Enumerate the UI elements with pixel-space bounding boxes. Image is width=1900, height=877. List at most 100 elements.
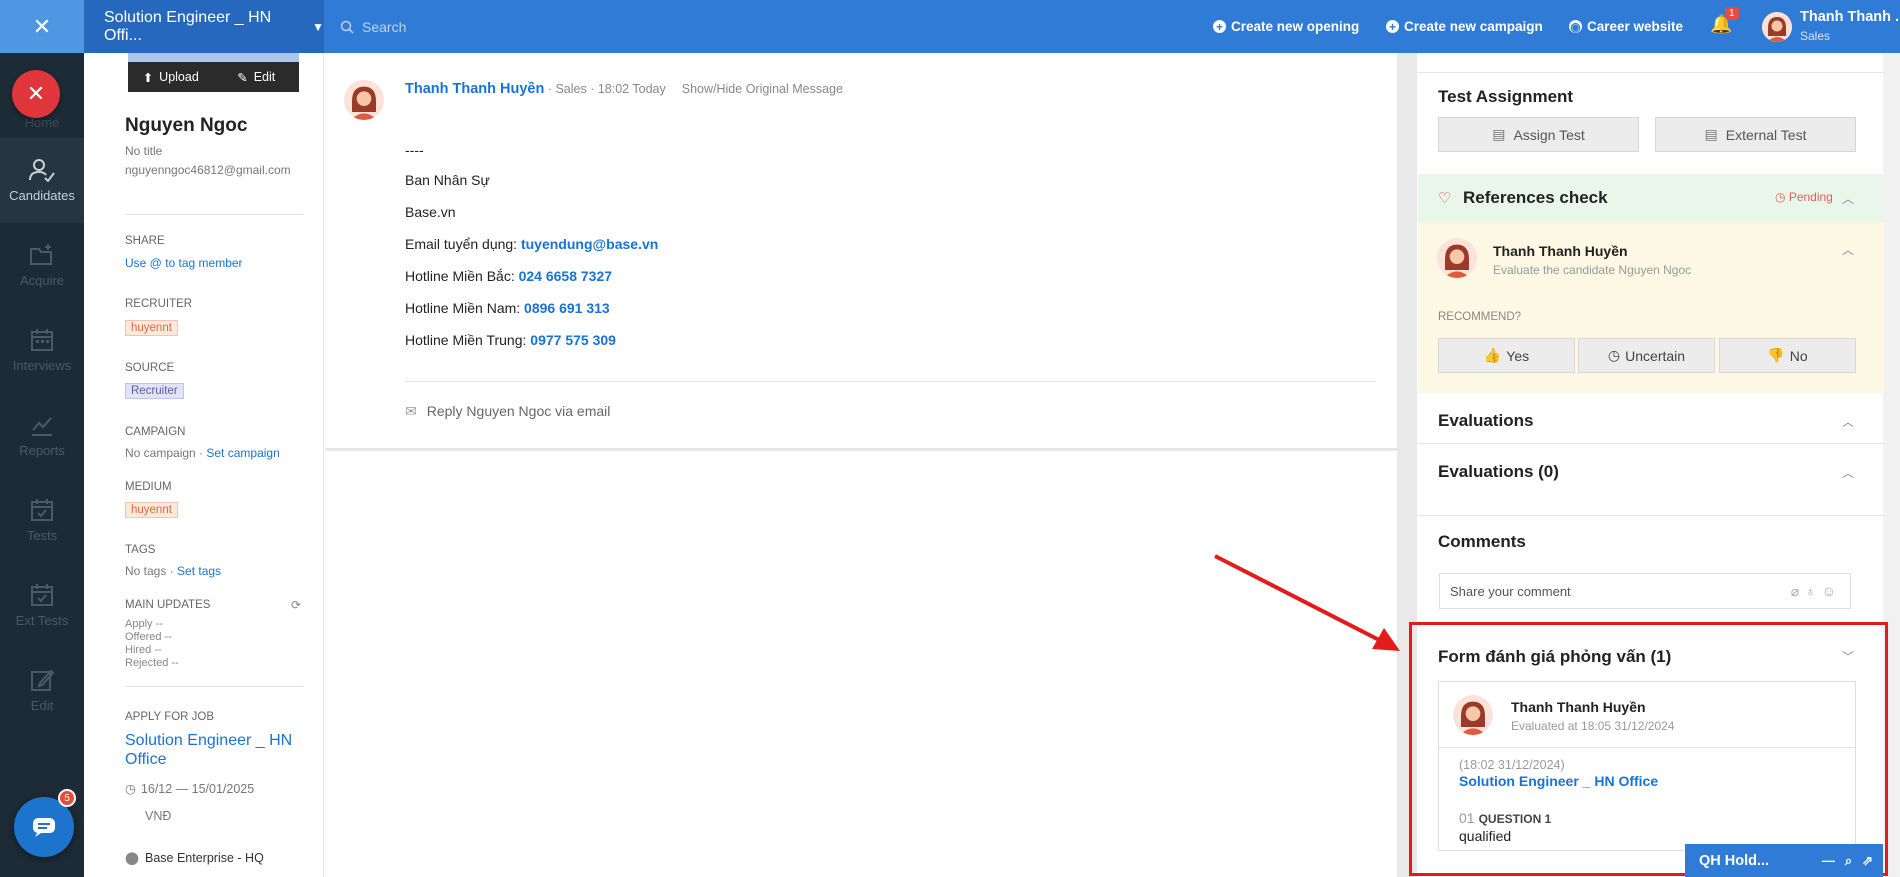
chevron-up-icon[interactable]: ︿ bbox=[1842, 241, 1854, 258]
ref-subtitle: Evaluate the candidate Nguyen Ngoc bbox=[1493, 263, 1692, 277]
medium-tag[interactable]: huyennt bbox=[125, 501, 178, 518]
candidate-name: Nguyen Ngoc bbox=[125, 115, 248, 136]
chevron-up-icon[interactable]: ︿ bbox=[1842, 413, 1854, 430]
nav-ext-tests-label: Ext Tests bbox=[15, 613, 69, 628]
nav-interviews-label: Interviews bbox=[12, 358, 72, 373]
create-campaign-link[interactable]: + Create new campaign bbox=[1386, 0, 1543, 53]
set-campaign-link[interactable]: Set campaign bbox=[206, 446, 279, 460]
apply-job-label: APPLY FOR JOB bbox=[125, 711, 215, 723]
edit-label: Edit bbox=[253, 70, 276, 84]
user-name[interactable]: Thanh Thanh ... bbox=[1800, 9, 1900, 25]
recruiter-label: RECRUITER bbox=[125, 298, 193, 310]
comment-input[interactable]: Share your comment ⌀♁☺ bbox=[1439, 573, 1851, 609]
nav-tests-label: Tests bbox=[26, 528, 58, 543]
hotline-south-link[interactable]: 0896 691 313 bbox=[524, 300, 610, 316]
recommend-yes-button[interactable]: 👍 Yes bbox=[1438, 338, 1575, 373]
hotline-north-label: Hotline Miền Bắc: bbox=[405, 268, 519, 284]
message-panel bbox=[325, 53, 1397, 451]
close-button[interactable]: ✕ bbox=[0, 0, 84, 53]
candidates-icon bbox=[29, 159, 55, 182]
user-avatar[interactable] bbox=[1762, 12, 1792, 42]
plus-icon: + bbox=[1213, 20, 1226, 34]
chevron-up-icon[interactable]: ︿ bbox=[1842, 464, 1854, 481]
upload-button[interactable]: ⬆ Upload bbox=[128, 62, 214, 92]
external-test-button[interactable]: ▤ External Test bbox=[1655, 117, 1856, 152]
edit-icon bbox=[31, 669, 54, 691]
chevron-down-icon: ▼ bbox=[312, 19, 324, 34]
close-fab-button[interactable]: ✕ bbox=[12, 70, 60, 118]
clipboard-icon: ▤ bbox=[1492, 126, 1506, 142]
message-header: Thanh Thanh Huyền · Sales · 18:02 Today … bbox=[405, 81, 843, 97]
hotline-north-row: Hotline Miền Bắc: 024 6658 7327 bbox=[405, 268, 612, 284]
career-website-label: Career website bbox=[1587, 19, 1684, 34]
qh-actions: — ⌕ ⇗ bbox=[1822, 853, 1873, 869]
update-rejected: Rejected -- bbox=[125, 657, 179, 669]
assign-test-button[interactable]: ▤ Assign Test bbox=[1438, 117, 1639, 152]
lightbulb-icon[interactable]: ♁ bbox=[1805, 583, 1822, 599]
set-tags-link[interactable]: Set tags bbox=[177, 564, 221, 578]
location-pin-icon: ⬤ bbox=[125, 851, 139, 865]
toggle-original-link[interactable]: Show/Hide Original Message bbox=[682, 82, 843, 96]
share-link[interactable]: Use @ to tag member bbox=[125, 256, 243, 270]
hotline-central-label: Hotline Miền Trung: bbox=[405, 332, 531, 348]
recommend-no-button[interactable]: 👎 No bbox=[1719, 338, 1856, 373]
message-sep: ---- bbox=[405, 142, 424, 158]
chevron-up-icon[interactable]: ︿ bbox=[1842, 190, 1854, 207]
nav-interviews[interactable]: Interviews bbox=[0, 308, 84, 393]
sender-name[interactable]: Thanh Thanh Huyền bbox=[405, 81, 544, 97]
pending-label: Pending bbox=[1788, 190, 1833, 204]
candidate-email[interactable]: nguyenngoc46812@gmail.com bbox=[125, 163, 295, 178]
nav-candidates[interactable]: Candidates bbox=[0, 138, 84, 223]
message-email-row: Email tuyển dụng: tuyendung@base.vn bbox=[405, 236, 658, 252]
nav-reports[interactable]: Reports bbox=[0, 393, 84, 478]
recruiter-tag[interactable]: huyennt bbox=[125, 319, 178, 336]
qh-label: QH Hold... bbox=[1699, 852, 1770, 869]
evaluations-count-title: Evaluations (0) bbox=[1438, 462, 1559, 481]
clipboard-icon: ▤ bbox=[1704, 126, 1718, 142]
hotline-south-row: Hotline Miền Nam: 0896 691 313 bbox=[405, 300, 610, 316]
highlight-frame bbox=[1409, 622, 1888, 876]
envelope-icon: ✉ bbox=[405, 403, 417, 419]
medium-label: MEDIUM bbox=[125, 481, 172, 493]
qh-minimized-window[interactable]: QH Hold... — ⌕ ⇗ bbox=[1685, 844, 1883, 877]
divider bbox=[1418, 443, 1884, 444]
location: Base Enterprise - HQ bbox=[145, 851, 264, 865]
email-link[interactable]: tuyendung@base.vn bbox=[521, 236, 658, 252]
source-tag[interactable]: Recruiter bbox=[125, 382, 184, 399]
edit-photo-button[interactable]: ✎ Edit bbox=[214, 62, 300, 92]
nav-edit[interactable]: Edit bbox=[0, 648, 84, 733]
applied-job-link[interactable]: Solution Engineer _ HN Office bbox=[125, 731, 300, 769]
search-input[interactable]: Search bbox=[340, 0, 406, 53]
upload-icon: ⬆ bbox=[142, 70, 154, 85]
user-avatar-image bbox=[1762, 12, 1792, 42]
share-label: SHARE bbox=[125, 235, 165, 247]
nav-acquire-label: Acquire bbox=[19, 273, 65, 288]
message-meta: · Sales · 18:02 Today bbox=[544, 82, 666, 96]
career-website-link[interactable]: ◉ Career website bbox=[1569, 0, 1683, 53]
divider bbox=[125, 686, 303, 687]
nav-ext-tests[interactable]: Ext Tests bbox=[0, 563, 84, 648]
pending-status: ◷ Pending bbox=[1775, 190, 1833, 204]
minimize-icon[interactable]: — bbox=[1822, 853, 1835, 869]
nav-acquire[interactable]: Acquire bbox=[0, 223, 84, 308]
job-selector[interactable]: Solution Engineer _ HN Offi... ▼ bbox=[84, 0, 324, 53]
search-icon bbox=[340, 20, 354, 34]
photo-actions: ⬆ Upload ✎ Edit bbox=[128, 62, 299, 92]
divider bbox=[1418, 515, 1884, 516]
campaign-value: No campaign · bbox=[125, 446, 207, 460]
test-calendar-icon bbox=[31, 499, 53, 521]
recommend-uncertain-button[interactable]: ◷ Uncertain bbox=[1578, 338, 1715, 373]
hotline-north-link[interactable]: 024 6658 7327 bbox=[519, 268, 612, 284]
reply-button[interactable]: ✉ Reply Nguyen Ngoc via email bbox=[405, 403, 610, 420]
smiley-icon[interactable]: ☺ bbox=[1822, 583, 1842, 599]
paperclip-icon[interactable]: ⌀ bbox=[1791, 583, 1805, 599]
external-link-icon[interactable]: ⇗ bbox=[1862, 853, 1873, 869]
create-opening-link[interactable]: + Create new opening bbox=[1213, 0, 1359, 53]
refresh-icon[interactable]: ⟳ bbox=[291, 598, 301, 612]
update-offered: Offered -- bbox=[125, 631, 172, 643]
search-icon[interactable]: ⌕ bbox=[1845, 853, 1852, 869]
campaign-label: CAMPAIGN bbox=[125, 426, 186, 438]
medium-value: huyennt bbox=[125, 502, 178, 518]
hotline-central-link[interactable]: 0977 575 309 bbox=[530, 332, 616, 348]
nav-tests[interactable]: Tests bbox=[0, 478, 84, 563]
